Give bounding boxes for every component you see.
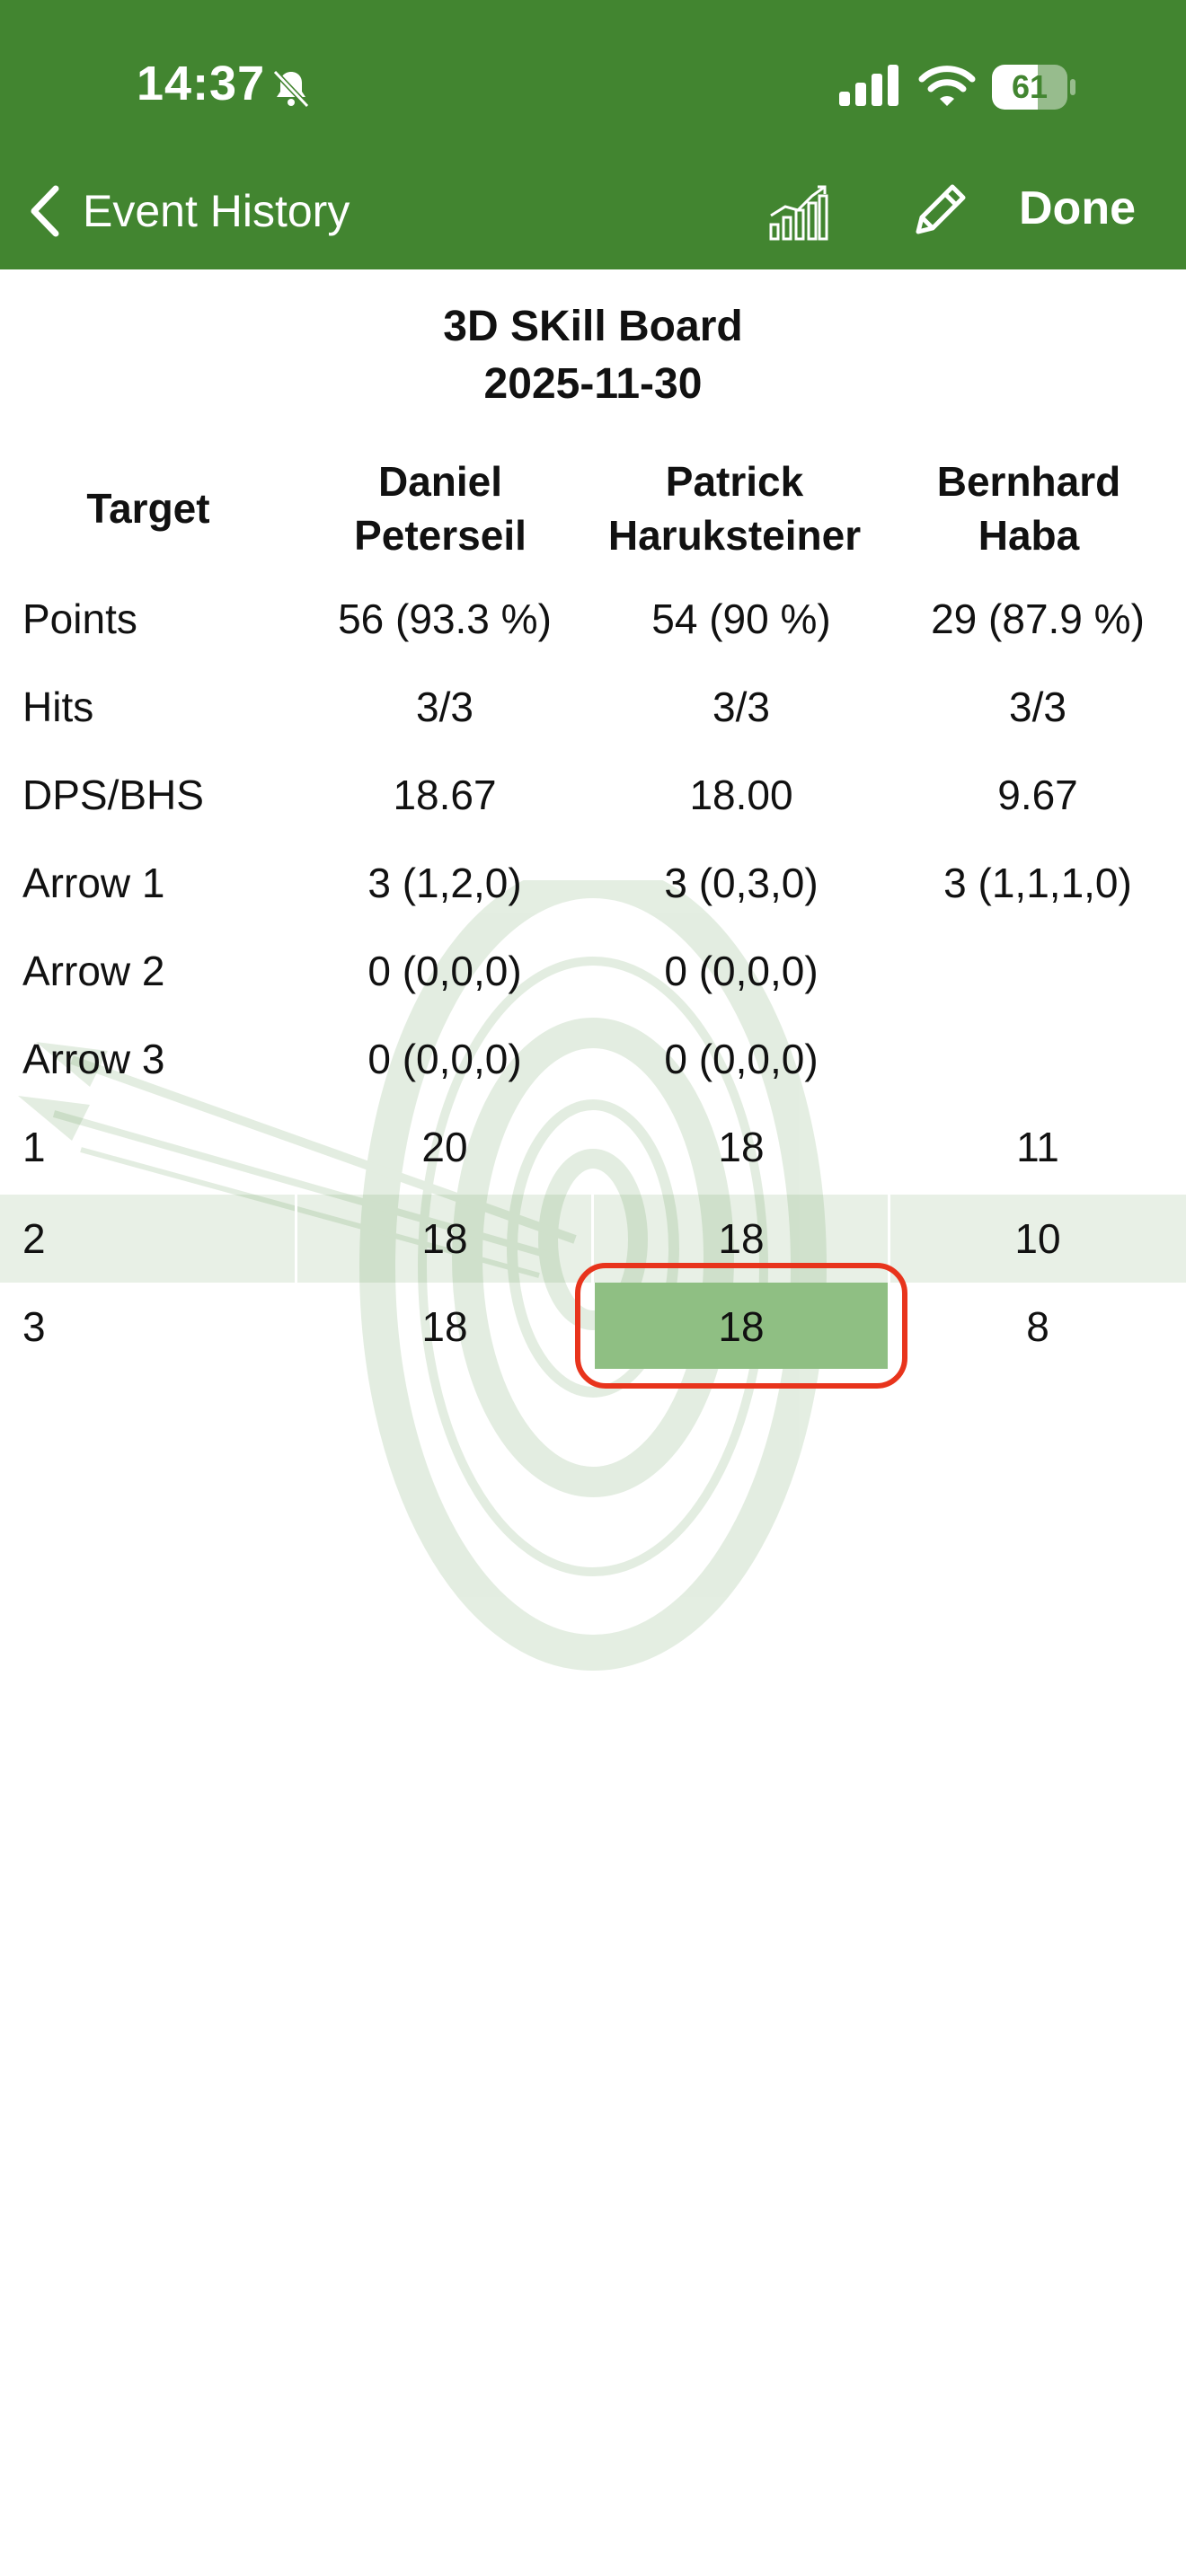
table-cell: 3 (1,1,1,0): [943, 860, 1132, 906]
table-row: DPS/BHS 18.67 18.00 9.67: [0, 751, 1186, 839]
table-row: Arrow 1 3 (1,2,0) 3 (0,3,0) 3 (1,1,1,0): [0, 839, 1186, 927]
row-label: Arrow 2: [22, 948, 165, 994]
annotation-highlight-ring: [575, 1263, 907, 1389]
table-cell: 3/3: [712, 684, 770, 730]
table-cell: 3 (0,3,0): [664, 860, 819, 906]
table-cell: 0 (0,0,0): [664, 948, 819, 994]
column-header-target: Target: [86, 485, 210, 532]
cellular-signal-icon: [839, 65, 898, 106]
back-button[interactable]: Event History: [27, 180, 350, 243]
board-date: 2025-11-30: [483, 360, 703, 408]
chevron-left-icon: [31, 185, 59, 237]
wifi-icon: [918, 66, 976, 106]
column-header-player-3: Bernhard Haba: [885, 454, 1173, 562]
row-label: 2: [22, 1215, 46, 1262]
row-label: DPS/BHS: [22, 772, 204, 818]
player-2-first-name: Patrick: [665, 458, 804, 505]
table-cell: [890, 1015, 1186, 1103]
table-cell: 29 (87.9 %): [931, 595, 1145, 642]
column-header-player-1: Daniel Peterseil: [296, 454, 584, 562]
score-cell[interactable]: 11: [890, 1103, 1186, 1191]
score-cell[interactable]: 20: [296, 1103, 593, 1191]
table-cell: 18.67: [393, 772, 497, 818]
table-cell: 0 (0,0,0): [664, 1036, 819, 1082]
score-cell[interactable]: 8: [890, 1283, 1186, 1371]
done-button[interactable]: Done: [1019, 181, 1136, 235]
table-cell: 9.67: [997, 772, 1078, 818]
bell-slash-icon: [272, 69, 310, 109]
table-cell: 3 (1,2,0): [367, 860, 522, 906]
status-time: 14:37: [137, 57, 266, 110]
table-row: Arrow 2 0 (0,0,0) 0 (0,0,0): [0, 927, 1186, 1015]
column-header-player-2: Patrick Haruksteiner: [584, 454, 885, 562]
chart-icon[interactable]: [766, 180, 830, 244]
battery-icon: 61: [992, 65, 1075, 110]
player-1-last-name: Peterseil: [354, 512, 527, 559]
row-label: 1: [22, 1124, 46, 1170]
row-label: Arrow 1: [22, 860, 165, 906]
pencil-icon[interactable]: [907, 180, 970, 243]
table-row: Hits 3/3 3/3 3/3: [0, 663, 1186, 751]
table-cell: 54 (90 %): [651, 595, 831, 642]
score-cell[interactable]: 18: [593, 1103, 890, 1191]
player-1-first-name: Daniel: [377, 458, 503, 505]
target-row-1[interactable]: 1 20 18 11: [0, 1103, 1186, 1191]
player-3-last-name: Haba: [978, 512, 1080, 559]
table-cell: 56 (93.3 %): [338, 595, 552, 642]
row-label: Hits: [22, 684, 94, 730]
row-label: Points: [22, 595, 137, 642]
table-cell: 0 (0,0,0): [367, 1036, 522, 1082]
score-cell[interactable]: 10: [890, 1195, 1186, 1283]
table-cell: 3/3: [1009, 684, 1067, 730]
back-button-label: Event History: [83, 186, 350, 236]
navigation-header: 14:37 61 Event History Done: [0, 0, 1186, 269]
battery-level: 61: [1011, 68, 1049, 105]
table-row: Points 56 (93.3 %) 54 (90 %) 29 (87.9 %): [0, 575, 1186, 663]
table-cell: [890, 927, 1186, 1015]
table-cell: 3/3: [416, 684, 474, 730]
player-3-first-name: Bernhard: [936, 458, 1121, 505]
row-label: 3: [22, 1303, 46, 1350]
score-cell[interactable]: 18: [296, 1283, 593, 1371]
row-label: Arrow 3: [22, 1036, 165, 1082]
table-cell: 0 (0,0,0): [367, 948, 522, 994]
player-2-last-name: Haruksteiner: [607, 512, 862, 559]
table-row: Arrow 3 0 (0,0,0) 0 (0,0,0): [0, 1015, 1186, 1103]
table-cell: 18.00: [689, 772, 793, 818]
board-title: 3D SKill Board: [443, 303, 743, 350]
score-cell[interactable]: 18: [296, 1195, 593, 1283]
